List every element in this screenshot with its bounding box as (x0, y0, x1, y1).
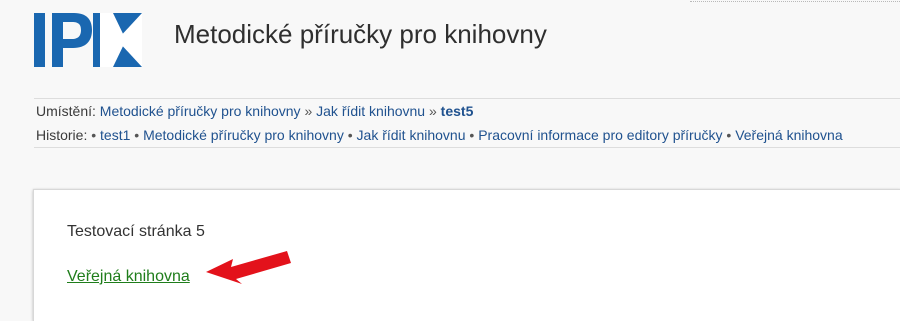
breadcrumb-bottom-divider (34, 147, 900, 148)
history-link-editor-info[interactable]: Pracovní informace pro editory příručky (478, 127, 722, 143)
top-edge-cutoff (690, 0, 900, 4)
ipk-logo[interactable] (34, 13, 142, 67)
ipk-logo-icon (34, 13, 142, 67)
location-separator: » (304, 103, 313, 119)
history-separator: • (726, 127, 732, 143)
history-link-library-management[interactable]: Jak řídit knihovnu (357, 127, 466, 143)
history-link-public-library[interactable]: Veřejná knihovna (735, 127, 842, 143)
location-link-library-management[interactable]: Jak řídit knihovnu (316, 103, 425, 119)
location-current-page: test5 (440, 103, 474, 119)
location-separator: » (428, 103, 437, 119)
history-label: Historie: (36, 127, 88, 143)
history-separator: • (469, 127, 475, 143)
history-separator: • (91, 127, 97, 143)
history-separator: • (347, 127, 353, 143)
history-separator: • (134, 127, 140, 143)
page-heading: Testovací stránka 5 (67, 223, 205, 240)
location-breadcrumb: Umístění: Metodické příručky pro knihovn… (36, 102, 473, 120)
location-link-methodic-guides[interactable]: Metodické příručky pro knihovny (100, 103, 301, 119)
red-arrow-icon (206, 251, 291, 284)
history-breadcrumb: Historie: • test1 • Metodické příručky p… (36, 126, 843, 144)
breadcrumb-top-divider (34, 98, 900, 99)
history-link-test1[interactable]: test1 (100, 127, 130, 143)
public-library-link[interactable]: Veřejná knihovna (67, 267, 190, 287)
content-card: Testovací stránka 5 Veřejná knihovna (33, 189, 900, 321)
history-link-methodic-guides[interactable]: Metodické příručky pro knihovny (143, 127, 344, 143)
location-label: Umístění: (36, 103, 96, 119)
cutoff-line (690, 1, 900, 4)
site-title[interactable]: Metodické příručky pro knihovny (174, 19, 547, 49)
